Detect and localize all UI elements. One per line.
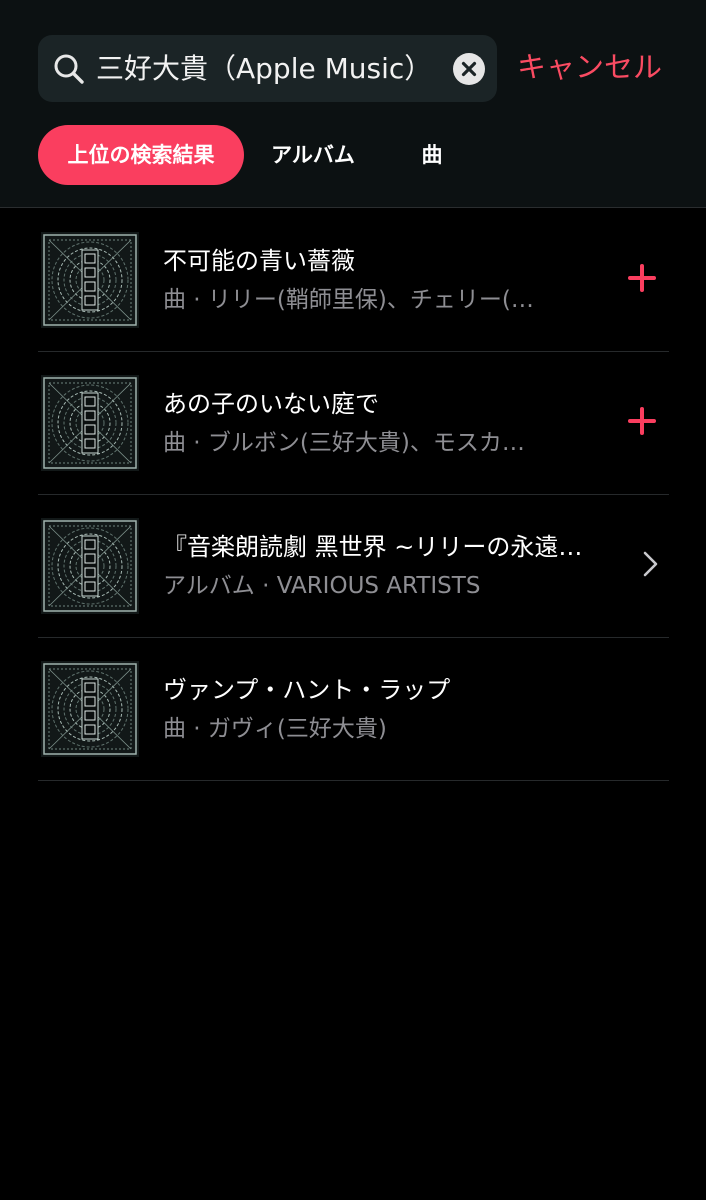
chevron-right-icon[interactable] xyxy=(635,549,665,579)
album-artwork xyxy=(41,375,139,471)
list-item[interactable]: あの子のいない庭で 曲 · ブルボン(三好大貴)、モスカ… xyxy=(38,351,669,495)
artwork-pattern xyxy=(41,518,139,614)
list-item[interactable]: ヴァンプ・ハント・ラップ 曲 · ガヴィ(三好大貴) xyxy=(38,637,669,781)
artwork-pattern xyxy=(41,661,139,757)
tab-top-results[interactable]: 上位の検索結果 xyxy=(38,125,244,185)
item-title: 『音楽朗読劇 黑世界 ~リリーの永遠… xyxy=(163,533,583,561)
artwork-pattern xyxy=(41,375,139,471)
item-title: あの子のいない庭で xyxy=(163,390,379,418)
album-artwork xyxy=(41,518,139,614)
search-field[interactable]: 三好大貴（Apple Music） xyxy=(38,35,497,102)
tab-songs[interactable]: 曲 xyxy=(408,125,456,185)
artwork-pattern xyxy=(41,232,139,328)
list-item[interactable]: 『音楽朗読劇 黑世界 ~リリーの永遠… アルバム · VARIOUS ARTIS… xyxy=(38,494,669,638)
clear-icon[interactable] xyxy=(453,53,485,85)
item-subtitle: アルバム · VARIOUS ARTISTS xyxy=(163,573,481,599)
item-title: 不可能の青い薔薇 xyxy=(163,247,355,275)
search-icon xyxy=(54,54,84,84)
plus-icon[interactable] xyxy=(627,406,657,436)
search-header: 三好大貴（Apple Music） キャンセル 上位の検索結果 アルバム 曲 xyxy=(0,0,706,208)
item-subtitle: 曲 · ブルボン(三好大貴)、モスカ… xyxy=(163,430,525,456)
cancel-button[interactable]: キャンセル xyxy=(517,44,677,90)
item-subtitle: 曲 · ガヴィ(三好大貴) xyxy=(163,716,387,742)
tab-albums[interactable]: アルバム xyxy=(258,125,368,185)
album-artwork xyxy=(41,661,139,757)
album-artwork xyxy=(41,232,139,328)
search-input[interactable]: 三好大貴（Apple Music） xyxy=(96,49,432,89)
plus-icon[interactable] xyxy=(627,263,657,293)
item-subtitle: 曲 · リリー(鞘師里保)、チェリー(… xyxy=(163,287,534,313)
list-item[interactable]: 不可能の青い薔薇 曲 · リリー(鞘師里保)、チェリー(… xyxy=(38,208,669,352)
item-title: ヴァンプ・ハント・ラップ xyxy=(163,676,451,704)
